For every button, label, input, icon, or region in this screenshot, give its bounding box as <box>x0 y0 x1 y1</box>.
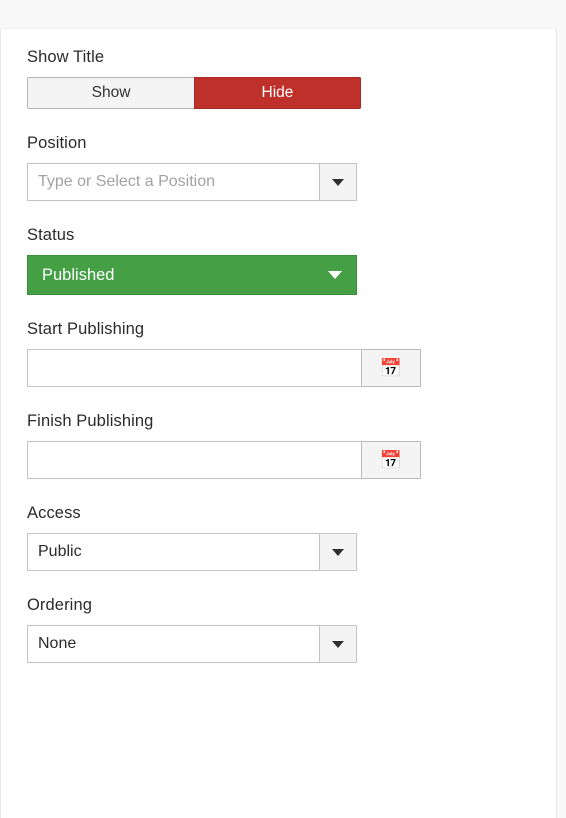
position-dropdown-button[interactable] <box>319 163 357 201</box>
label-access: Access <box>27 504 81 522</box>
label-position: Position <box>27 134 87 152</box>
finish-publishing-input[interactable] <box>27 441 361 479</box>
access-select[interactable]: Public <box>27 533 357 571</box>
access-select-value[interactable]: Public <box>27 533 319 571</box>
calendar-icon: 📅 <box>379 450 403 470</box>
form-panel: Show Title Show Hide Position Status <box>0 28 557 818</box>
chevron-down-icon <box>328 271 342 279</box>
position-combobox[interactable] <box>27 163 357 201</box>
field-access: Access Public <box>1 503 556 571</box>
label-show-title: Show Title <box>27 48 105 66</box>
finish-publishing-date-group[interactable]: 📅 <box>27 441 421 479</box>
top-spacer-band <box>0 0 566 28</box>
position-input[interactable] <box>27 163 319 201</box>
field-start-publishing: Start Publishing 📅 <box>1 319 556 387</box>
access-dropdown-button[interactable] <box>319 533 357 571</box>
finish-publishing-calendar-button[interactable]: 📅 <box>361 441 421 479</box>
chevron-down-icon <box>332 640 344 648</box>
label-ordering: Ordering <box>27 596 92 614</box>
field-show-title: Show Title Show Hide <box>1 47 556 109</box>
calendar-icon: 📅 <box>379 358 403 378</box>
start-publishing-calendar-button[interactable]: 📅 <box>361 349 421 387</box>
chevron-down-icon <box>332 178 344 186</box>
field-ordering: Ordering None <box>1 595 556 663</box>
label-finish-publishing: Finish Publishing <box>27 412 154 430</box>
show-title-hide-button[interactable]: Hide <box>194 77 361 109</box>
publishing-options-form: Show Title Show Hide Position Status <box>1 29 556 663</box>
label-start-publishing: Start Publishing <box>27 320 145 338</box>
field-status: Status Published <box>1 225 556 295</box>
field-position: Position <box>1 133 556 201</box>
start-publishing-date-group[interactable]: 📅 <box>27 349 421 387</box>
status-select[interactable]: Published <box>27 255 357 295</box>
start-publishing-input[interactable] <box>27 349 361 387</box>
status-select-value: Published <box>42 265 115 284</box>
ordering-select[interactable]: None <box>27 625 357 663</box>
show-title-button-group[interactable]: Show Hide <box>27 77 361 109</box>
chevron-down-icon <box>332 548 344 556</box>
ordering-select-value[interactable]: None <box>27 625 319 663</box>
page-root: Show Title Show Hide Position Status <box>0 0 566 818</box>
ordering-dropdown-button[interactable] <box>319 625 357 663</box>
show-title-show-button[interactable]: Show <box>27 77 194 109</box>
label-status: Status <box>27 226 75 244</box>
field-finish-publishing: Finish Publishing 📅 <box>1 411 556 479</box>
